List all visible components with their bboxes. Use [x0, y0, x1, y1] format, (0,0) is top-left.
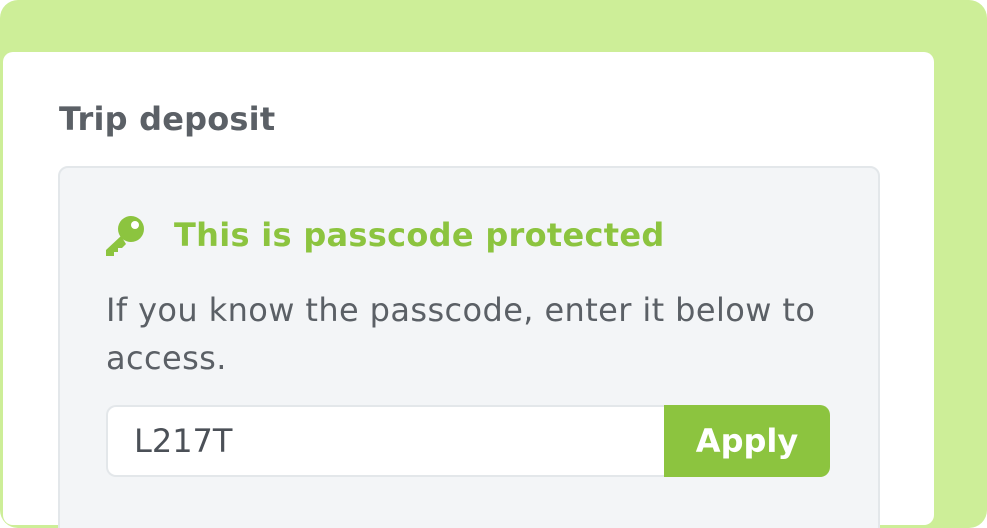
key-icon [104, 214, 146, 256]
protected-heading: This is passcode protected [174, 216, 665, 254]
section-title: Trip deposit [59, 100, 276, 138]
passcode-panel: This is passcode protected If you know t… [58, 166, 880, 528]
passcode-form: Apply [106, 405, 830, 477]
background-frame: Trip deposit This is passcode protected … [0, 0, 987, 528]
deposit-card: Trip deposit This is passcode protected … [3, 52, 934, 528]
apply-button[interactable]: Apply [664, 405, 830, 477]
passcode-description: If you know the passcode, enter it below… [106, 291, 816, 377]
passcode-input[interactable] [106, 405, 664, 477]
protection-header: This is passcode protected [104, 214, 665, 256]
